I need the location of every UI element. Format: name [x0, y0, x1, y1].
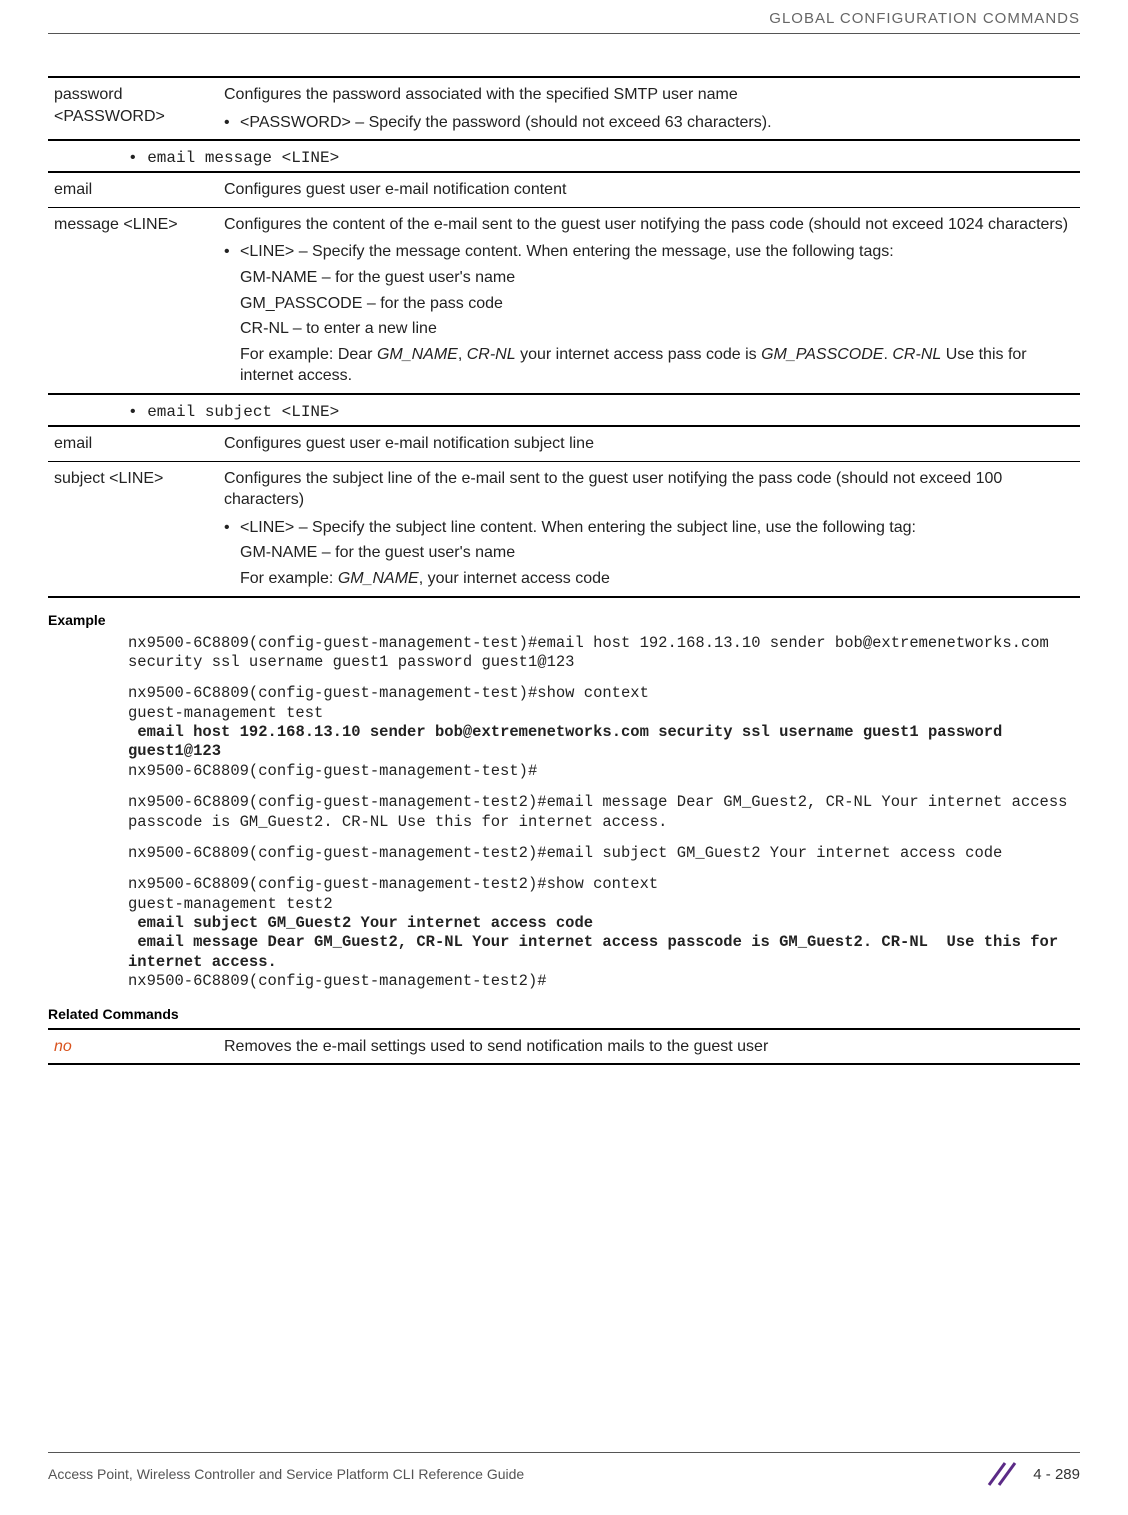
cli-block: nx9500-6C8809(config-guest-management-te… [48, 844, 1080, 863]
example-heading: Example [48, 612, 1080, 628]
related-cmd-name: no [48, 1029, 218, 1065]
example-line: For example: GM_NAME, your internet acce… [240, 568, 1072, 590]
cli-line: nx9500-6C8809(config-guest-management-te… [128, 762, 537, 780]
ex-text: For example: Dear [240, 346, 377, 363]
code-snippet: • email subject <LINE> [48, 403, 1080, 421]
ex-text: For example: [240, 570, 338, 587]
related-heading: Related Commands [48, 1006, 1080, 1022]
ex-var: GM_NAME [338, 570, 419, 587]
header-rule [48, 33, 1080, 34]
ex-var: CR-NL [467, 346, 516, 363]
desc-text: Configures the content of the e-mail sen… [224, 214, 1072, 236]
cli-block: nx9500-6C8809(config-guest-management-te… [48, 684, 1080, 781]
ex-var: GM_NAME [377, 346, 458, 363]
bullet-text: <PASSWORD> – Specify the password (shoul… [240, 112, 1072, 134]
cli-line: guest-management test2 [128, 895, 333, 913]
ex-var: GM_PASSCODE [761, 346, 883, 363]
ex-text: , your internet access code [419, 570, 610, 587]
param-table-message: email Configures guest user e-mail notif… [48, 171, 1080, 395]
ex-var: CR-NL [892, 346, 941, 363]
sub-line: GM-NAME – for the guest user's name [240, 542, 1072, 564]
running-head: GLOBAL CONFIGURATION COMMANDS [48, 10, 1080, 27]
bullet-dot: • [224, 112, 240, 134]
bullet-dot: • [224, 517, 240, 539]
param-name: password <PASSWORD> [48, 77, 218, 140]
desc-text: Configures the subject line of the e-mai… [224, 468, 1072, 511]
param-desc: Configures guest user e-mail notificatio… [218, 172, 1080, 207]
param-name: email [48, 426, 218, 461]
cli-line: guest-management test [128, 704, 323, 722]
footer-title: Access Point, Wireless Controller and Se… [48, 1466, 524, 1482]
sub-line: GM-NAME – for the guest user's name [240, 267, 1072, 289]
param-desc: Configures the content of the e-mail sen… [218, 207, 1080, 394]
param-name: email [48, 172, 218, 207]
sub-line: GM_PASSCODE – for the pass code [240, 293, 1072, 315]
sub-line: CR-NL – to enter a new line [240, 318, 1072, 340]
cli-line: nx9500-6C8809(config-guest-management-te… [128, 634, 1058, 671]
param-desc: Configures guest user e-mail notificatio… [218, 426, 1080, 461]
cli-block: nx9500-6C8809(config-guest-management-te… [48, 634, 1080, 673]
ex-text: your internet access pass code is [516, 346, 761, 363]
related-cmd-desc: Removes the e-mail settings used to send… [218, 1029, 1080, 1065]
cli-line: nx9500-6C8809(config-guest-management-te… [128, 793, 1077, 830]
desc-text: Configures the password associated with … [224, 84, 1072, 106]
ex-text: , [458, 346, 467, 363]
cli-line-bold: email message Dear GM_Guest2, CR-NL Your… [128, 933, 1067, 970]
bullet-dot: • [224, 241, 240, 263]
param-name: message <LINE> [48, 207, 218, 394]
code-snippet: • email message <LINE> [48, 149, 1080, 167]
param-table-password: password <PASSWORD> Configures the passw… [48, 76, 1080, 141]
no-command-link[interactable]: no [54, 1038, 72, 1055]
param-name: subject <LINE> [48, 461, 218, 596]
param-table-subject: email Configures guest user e-mail notif… [48, 425, 1080, 598]
footer-slash-icon [983, 1461, 1019, 1487]
cli-line: nx9500-6C8809(config-guest-management-te… [128, 684, 649, 702]
bullet-text: <LINE> – Specify the message content. Wh… [240, 241, 1072, 263]
param-desc: Configures the subject line of the e-mai… [218, 461, 1080, 596]
cli-line-bold: email host 192.168.13.10 sender bob@extr… [128, 723, 1012, 760]
related-commands-table: no Removes the e-mail settings used to s… [48, 1028, 1080, 1066]
cli-line: nx9500-6C8809(config-guest-management-te… [128, 972, 547, 990]
page-number: 4 - 289 [1033, 1466, 1080, 1483]
cli-block: nx9500-6C8809(config-guest-management-te… [48, 875, 1080, 991]
page-footer: Access Point, Wireless Controller and Se… [48, 1452, 1080, 1487]
cli-line-bold: email subject GM_Guest2 Your internet ac… [128, 914, 593, 932]
example-line: For example: Dear GM_NAME, CR-NL your in… [240, 344, 1072, 387]
param-desc: Configures the password associated with … [218, 77, 1080, 140]
cli-line: nx9500-6C8809(config-guest-management-te… [128, 875, 658, 893]
cli-line: nx9500-6C8809(config-guest-management-te… [128, 844, 1002, 862]
bullet-text: <LINE> – Specify the subject line conten… [240, 517, 1072, 539]
cli-block: nx9500-6C8809(config-guest-management-te… [48, 793, 1080, 832]
